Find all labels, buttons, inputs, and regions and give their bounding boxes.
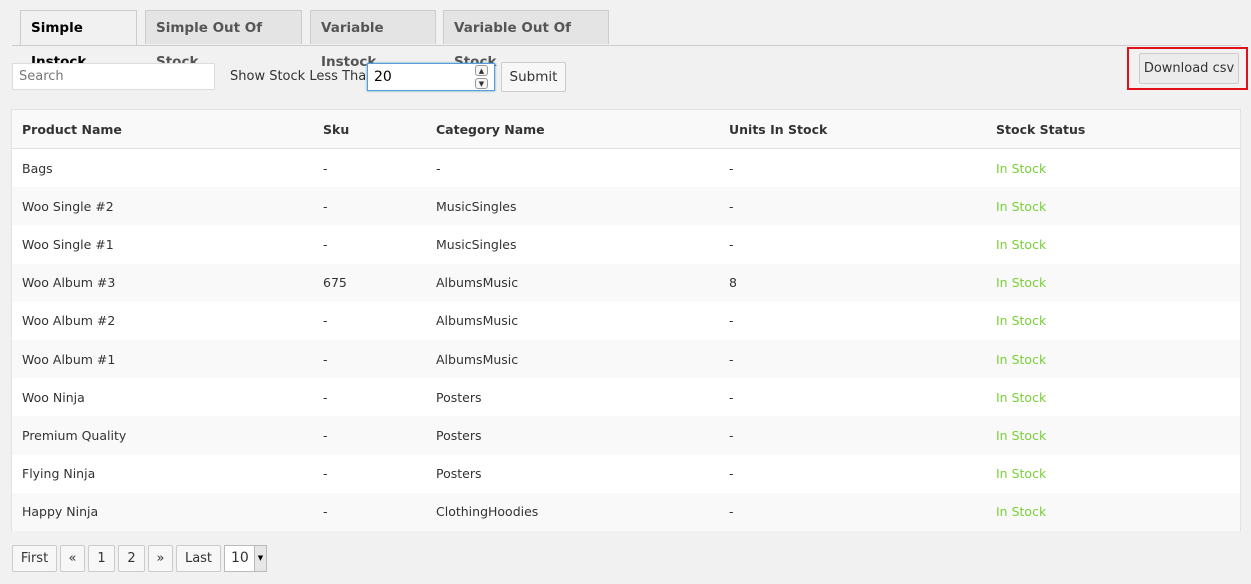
pagination-next-button[interactable]: »	[148, 545, 173, 572]
dropdown-arrow-icon: ▼	[254, 546, 266, 571]
cell-stock-status: In Stock	[986, 454, 1240, 493]
table-row: Woo Album #3 675 AlbumsMusic 8 In Stock	[12, 263, 1240, 302]
cell-stock-status: In Stock	[986, 148, 1240, 188]
column-header-units-in-stock[interactable]: Units In Stock	[719, 110, 986, 149]
pagination-page-1[interactable]: 1	[88, 545, 115, 572]
search-input[interactable]	[12, 63, 215, 90]
cell-stock-status: In Stock	[986, 263, 1240, 302]
pagination-prev-button[interactable]: «	[60, 545, 85, 572]
cell-units: -	[719, 378, 986, 417]
tab-simple-instock[interactable]: Simple Instock	[20, 10, 137, 70]
tab-simple-out-of-stock[interactable]: Simple Out Of Stock	[145, 10, 302, 70]
column-header-stock-status[interactable]: Stock Status	[986, 110, 1240, 149]
cell-product-name: Woo Album #1	[12, 339, 313, 379]
cell-sku: -	[313, 492, 426, 531]
cell-sku: 675	[313, 263, 426, 302]
cell-sku: -	[313, 339, 426, 379]
table-row: Woo Single #1 - MusicSingles - In Stock	[12, 225, 1240, 264]
table-row: Woo Single #2 - MusicSingles - In Stock	[12, 187, 1240, 226]
cell-stock-status: In Stock	[986, 301, 1240, 340]
cell-units: -	[719, 416, 986, 455]
cell-units: 8	[719, 263, 986, 302]
cell-category: AlbumsMusic	[426, 301, 719, 340]
tab-variable-instock[interactable]: Variable Instock	[310, 10, 436, 70]
page-size-value: 10	[231, 550, 249, 566]
table-row: Woo Album #2 - AlbumsMusic - In Stock	[12, 301, 1240, 340]
submit-button[interactable]: Submit	[501, 62, 566, 92]
cell-sku: -	[313, 378, 426, 417]
spin-up-icon[interactable]: ▲	[475, 65, 488, 76]
column-header-sku[interactable]: Sku	[313, 110, 426, 149]
stock-threshold-label: Show Stock Less Than	[230, 69, 375, 84]
cell-stock-status: In Stock	[986, 187, 1240, 226]
cell-sku: -	[313, 301, 426, 340]
column-header-product-name[interactable]: Product Name	[12, 110, 313, 149]
cell-product-name: Woo Ninja	[12, 378, 313, 417]
cell-units: -	[719, 148, 986, 188]
cell-category: AlbumsMusic	[426, 339, 719, 379]
tab-divider	[12, 45, 1241, 46]
cell-sku: -	[313, 148, 426, 188]
cell-category: Posters	[426, 416, 719, 455]
cell-stock-status: In Stock	[986, 378, 1240, 417]
table-row: Happy Ninja - ClothingHoodies - In Stock	[12, 492, 1240, 531]
column-header-category-name[interactable]: Category Name	[426, 110, 719, 149]
table-row: Flying Ninja - Posters - In Stock	[12, 454, 1240, 493]
cell-units: -	[719, 454, 986, 493]
stock-threshold-spinner: ▲ ▼	[475, 65, 488, 89]
table-row: Woo Album #1 - AlbumsMusic - In Stock	[12, 339, 1240, 379]
cell-units: -	[719, 187, 986, 226]
cell-sku: -	[313, 187, 426, 226]
cell-stock-status: In Stock	[986, 492, 1240, 531]
cell-category: MusicSingles	[426, 187, 719, 226]
cell-product-name: Woo Single #1	[12, 225, 313, 264]
cell-category: -	[426, 148, 719, 188]
cell-category: Posters	[426, 378, 719, 417]
cell-product-name: Woo Album #3	[12, 263, 313, 302]
cell-category: MusicSingles	[426, 225, 719, 264]
cell-product-name: Bags	[12, 148, 313, 188]
cell-units: -	[719, 225, 986, 264]
table-row: Premium Quality - Posters - In Stock	[12, 416, 1240, 455]
cell-units: -	[719, 492, 986, 531]
stock-table: Product Name Sku Category Name Units In …	[11, 109, 1241, 531]
cell-product-name: Premium Quality	[12, 416, 313, 455]
download-csv-button[interactable]: Download csv	[1139, 53, 1239, 84]
spin-down-icon[interactable]: ▼	[475, 78, 488, 89]
cell-units: -	[719, 301, 986, 340]
cell-product-name: Happy Ninja	[12, 492, 313, 531]
tab-bar: Simple Instock Simple Out Of Stock Varia…	[12, 10, 1251, 70]
pagination-page-2[interactable]: 2	[118, 545, 145, 572]
table-row: Bags - - - In Stock	[12, 148, 1240, 188]
cell-sku: -	[313, 454, 426, 493]
cell-product-name: Flying Ninja	[12, 454, 313, 493]
pagination-last-button[interactable]: Last	[176, 545, 221, 572]
table-row: Woo Ninja - Posters - In Stock	[12, 378, 1240, 417]
cell-product-name: Woo Single #2	[12, 187, 313, 226]
cell-stock-status: In Stock	[986, 416, 1240, 455]
cell-sku: -	[313, 225, 426, 264]
cell-category: Posters	[426, 454, 719, 493]
table-header-row: Product Name Sku Category Name Units In …	[12, 110, 1240, 149]
cell-category: ClothingHoodies	[426, 492, 719, 531]
cell-stock-status: In Stock	[986, 225, 1240, 264]
page-size-select[interactable]: 10 ▼	[224, 545, 267, 572]
cell-units: -	[719, 339, 986, 379]
tab-variable-out-of-stock[interactable]: Variable Out Of Stock	[443, 10, 609, 70]
cell-product-name: Woo Album #2	[12, 301, 313, 340]
cell-sku: -	[313, 416, 426, 455]
cell-stock-status: In Stock	[986, 339, 1240, 379]
pagination-first-button[interactable]: First	[12, 545, 57, 572]
cell-category: AlbumsMusic	[426, 263, 719, 302]
